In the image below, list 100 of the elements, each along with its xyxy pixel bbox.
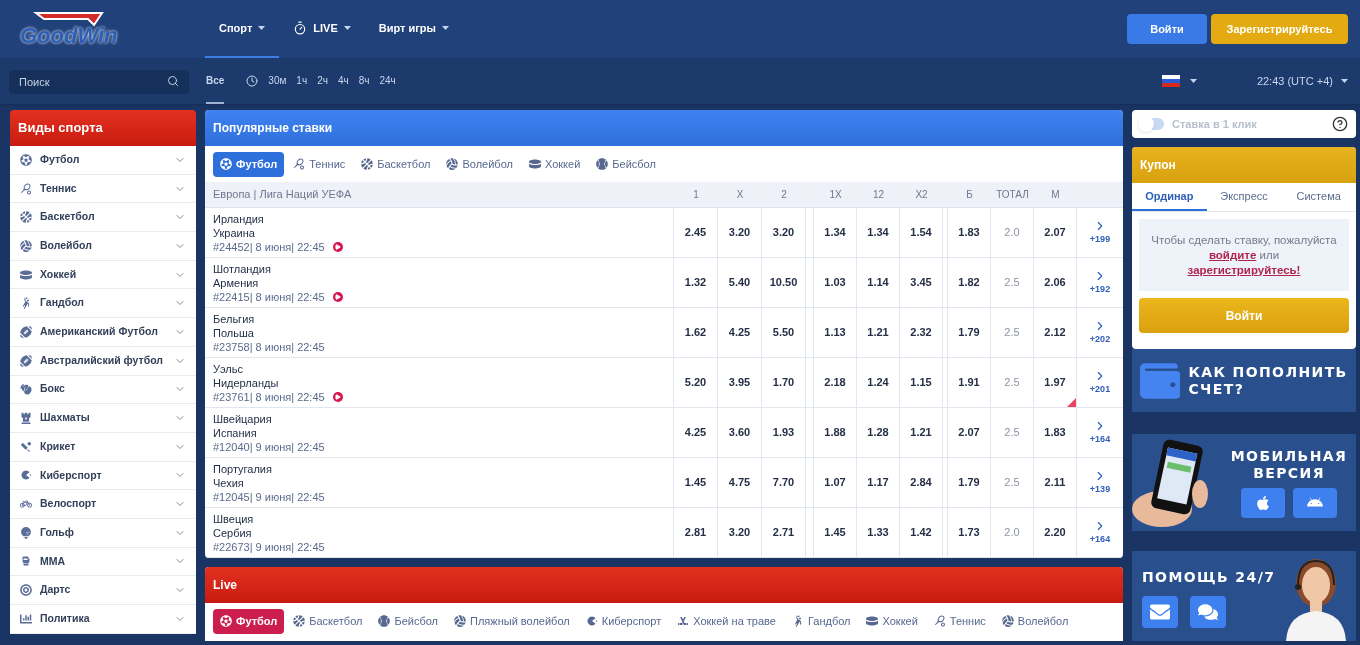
team-name[interactable]: Швеция [213, 511, 673, 526]
team-name[interactable]: Уэльс [213, 361, 673, 376]
team-name[interactable]: Швейцария [213, 411, 673, 426]
odds-button[interactable]: 1.79 [948, 308, 991, 357]
odds-button[interactable]: 1.32 [674, 258, 718, 307]
sport-menu-item[interactable]: Крикет [10, 432, 196, 462]
odds-button[interactable]: 5.50 [762, 308, 806, 357]
odds-button[interactable]: 1.45 [674, 458, 718, 507]
sport-menu-item[interactable]: Бокс [10, 375, 196, 405]
chat-button[interactable] [1190, 596, 1226, 628]
odds-button[interactable]: 3.60 [718, 408, 762, 457]
odds-button[interactable]: 2.07 [948, 408, 991, 457]
odds-button[interactable]: 1.83 [1034, 408, 1077, 457]
sport-tab[interactable]: Хоккей на траве [670, 608, 783, 634]
odds-button[interactable]: 2.71 [762, 508, 806, 557]
odds-button[interactable]: 1.21 [900, 408, 943, 457]
odds-button[interactable]: 1.93 [762, 408, 806, 457]
sport-tab[interactable]: Теннис [926, 608, 993, 634]
sport-menu-item[interactable]: Велоспорт [10, 490, 196, 519]
sport-menu-item[interactable]: Волейбол [10, 232, 196, 261]
odds-button[interactable]: 3.45 [900, 258, 943, 307]
coupon-tab[interactable]: Экспресс [1206, 183, 1282, 211]
time-filter[interactable]: Все [206, 58, 225, 104]
odds-button[interactable]: 4.25 [718, 308, 762, 357]
time-filter[interactable]: 4ч [337, 58, 349, 104]
coupon-tab[interactable]: Ординар [1132, 183, 1207, 211]
odds-button[interactable]: 1.62 [674, 308, 718, 357]
sport-menu-item[interactable]: Политика [10, 605, 196, 634]
odds-button[interactable]: 1.15 [900, 358, 943, 407]
coupon-tab[interactable]: Система [1281, 183, 1356, 211]
odds-button[interactable]: 2.18 [814, 358, 857, 407]
team-name[interactable]: Украина [213, 225, 673, 240]
sport-menu-item[interactable]: Дартс [10, 576, 196, 605]
odds-button[interactable]: 3.20 [762, 208, 806, 257]
sport-tab[interactable]: Гандбол [784, 608, 858, 634]
sport-menu-item[interactable]: Киберспорт [10, 461, 196, 491]
odds-button[interactable]: 1.88 [814, 408, 857, 457]
odds-button[interactable]: 1.34 [814, 208, 857, 257]
odds-button[interactable]: 1.45 [814, 508, 857, 557]
odds-button[interactable]: 1.14 [857, 258, 900, 307]
odds-button[interactable]: 2.81 [674, 508, 718, 557]
time-filter[interactable]: 1ч [296, 58, 308, 104]
odds-button[interactable]: 4.75 [718, 458, 762, 507]
odds-button[interactable]: 1.82 [948, 258, 991, 307]
odds-button[interactable]: 2.45 [674, 208, 718, 257]
odds-button[interactable]: 1.97 [1034, 358, 1077, 407]
team-name[interactable]: Бельгия [213, 311, 673, 326]
sport-tab[interactable]: Теннис [286, 151, 353, 177]
sport-tab[interactable]: Баскетбол [354, 151, 438, 177]
sport-menu-item[interactable]: Шахматы [10, 404, 196, 433]
sport-menu-item[interactable]: MMA [10, 547, 196, 577]
more-markets-button[interactable]: +202 [1077, 308, 1123, 357]
email-button[interactable] [1142, 596, 1178, 628]
team-name[interactable]: Ирландия [213, 211, 673, 226]
odds-button[interactable]: 3.20 [718, 208, 762, 257]
help-icon[interactable] [1332, 116, 1348, 132]
odds-button[interactable]: 7.70 [762, 458, 806, 507]
team-name[interactable]: Нидерланды [213, 375, 673, 390]
sport-tab[interactable]: Пляжный волейбол [447, 608, 577, 634]
odds-button[interactable]: 1.73 [948, 508, 991, 557]
odds-button[interactable]: 1.07 [814, 458, 857, 507]
team-name[interactable]: Испания [213, 425, 673, 440]
odds-button[interactable]: 1.54 [900, 208, 943, 257]
android-app-button[interactable] [1293, 487, 1337, 518]
odds-button[interactable]: 1.17 [857, 458, 900, 507]
odds-button[interactable]: 1.42 [900, 508, 943, 557]
odds-button[interactable]: 3.20 [718, 508, 762, 557]
sport-tab[interactable]: Хоккей [859, 608, 925, 634]
odds-button[interactable]: 3.95 [718, 358, 762, 407]
sport-tab[interactable]: Бейсбол [371, 608, 445, 634]
odds-button[interactable]: 1.79 [948, 458, 991, 507]
odds-button[interactable]: 1.33 [857, 508, 900, 557]
more-markets-button[interactable]: +201 [1077, 358, 1123, 407]
more-markets-button[interactable]: +192 [1077, 258, 1123, 307]
odds-button[interactable]: 2.11 [1034, 458, 1077, 507]
sport-menu-item[interactable]: Американский Футбол [10, 318, 196, 347]
time-filter[interactable]: 30м [268, 58, 287, 104]
team-name[interactable]: Сербия [213, 525, 673, 540]
odds-button[interactable]: 2.84 [900, 458, 943, 507]
sport-tab[interactable]: Волейбол [439, 151, 520, 177]
login-link[interactable]: войдите [1208, 248, 1257, 261]
odds-button[interactable]: 5.20 [674, 358, 718, 407]
sport-menu-item[interactable]: Гандбол [10, 289, 196, 319]
nav-menu[interactable]: Вирт игры [364, 0, 463, 58]
one-click-toggle[interactable] [1140, 118, 1164, 130]
more-markets-button[interactable]: +199 [1077, 208, 1123, 257]
team-name[interactable]: Чехия [213, 475, 673, 490]
nav-menu[interactable]: LIVE [279, 0, 365, 58]
odds-button[interactable]: 1.03 [814, 258, 857, 307]
more-markets-button[interactable]: +164 [1077, 408, 1123, 457]
team-name[interactable]: Армения [213, 275, 673, 290]
language-selector[interactable] [1161, 75, 1197, 87]
sport-menu-item[interactable]: Теннис [10, 174, 196, 204]
odds-button[interactable]: 5.40 [718, 258, 762, 307]
sport-menu-item[interactable]: Баскетбол [10, 203, 196, 233]
sport-menu-item[interactable]: Хоккей [10, 260, 196, 290]
odds-button[interactable]: 4.25 [674, 408, 718, 457]
team-name[interactable]: Польша [213, 325, 673, 340]
ios-app-button[interactable] [1241, 487, 1285, 518]
time-zone-selector[interactable]: 22:43 (UTC +4) [1256, 72, 1348, 90]
